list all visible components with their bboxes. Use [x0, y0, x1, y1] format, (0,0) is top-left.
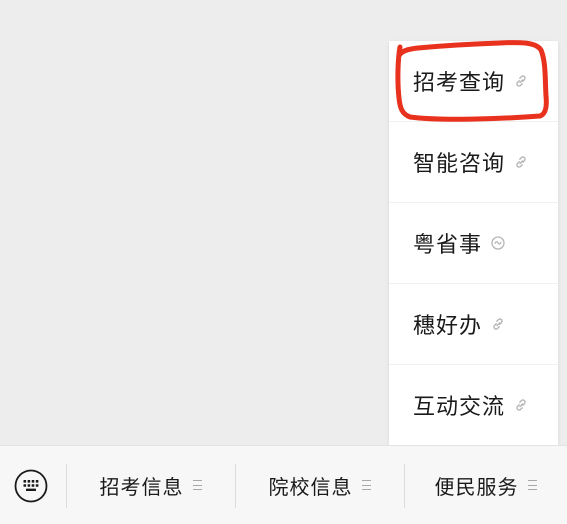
tab-label: 招考信息	[99, 474, 184, 499]
chat-screen: 招考查询 智能咨询 粤省事 穗好办 互动交流 招考信息 院校信息 便民服务	[0, 0, 567, 524]
tab-school-info[interactable]: 院校信息	[236, 446, 404, 524]
menu-lines-icon	[361, 480, 372, 490]
tab-exam-info[interactable]: 招考信息	[67, 446, 235, 524]
keyboard-icon[interactable]	[14, 469, 48, 503]
menu-item-label: 粤省事	[413, 233, 483, 258]
menu-item-label: 招考查询	[413, 71, 506, 96]
link-icon	[513, 397, 529, 413]
menu-item-yue-sheng-shi[interactable]: 粤省事	[389, 203, 558, 283]
menu-lines-icon	[527, 480, 538, 490]
menu-item-label: 智能咨询	[413, 152, 506, 177]
menu-item-label: 穗好办	[413, 314, 483, 339]
service-popup-menu: 招考查询 智能咨询 粤省事 穗好办 互动交流	[389, 41, 558, 445]
menu-item-exam-query[interactable]: 招考查询	[389, 41, 558, 121]
tab-public-services[interactable]: 便民服务	[405, 446, 567, 524]
menu-item-sui-hao-ban[interactable]: 穗好办	[389, 284, 558, 364]
link-icon	[513, 73, 529, 89]
menu-lines-icon	[192, 480, 203, 490]
link-icon	[490, 316, 506, 332]
menu-item-interaction[interactable]: 互动交流	[389, 365, 558, 445]
bottom-menu-bar: 招考信息 院校信息 便民服务	[0, 445, 567, 524]
tab-label: 院校信息	[268, 474, 353, 499]
tab-label: 便民服务	[434, 474, 519, 499]
mini-program-icon	[490, 235, 506, 251]
link-icon	[513, 154, 529, 170]
menu-item-label: 互动交流	[413, 395, 506, 420]
menu-item-smart-consult[interactable]: 智能咨询	[389, 122, 558, 202]
